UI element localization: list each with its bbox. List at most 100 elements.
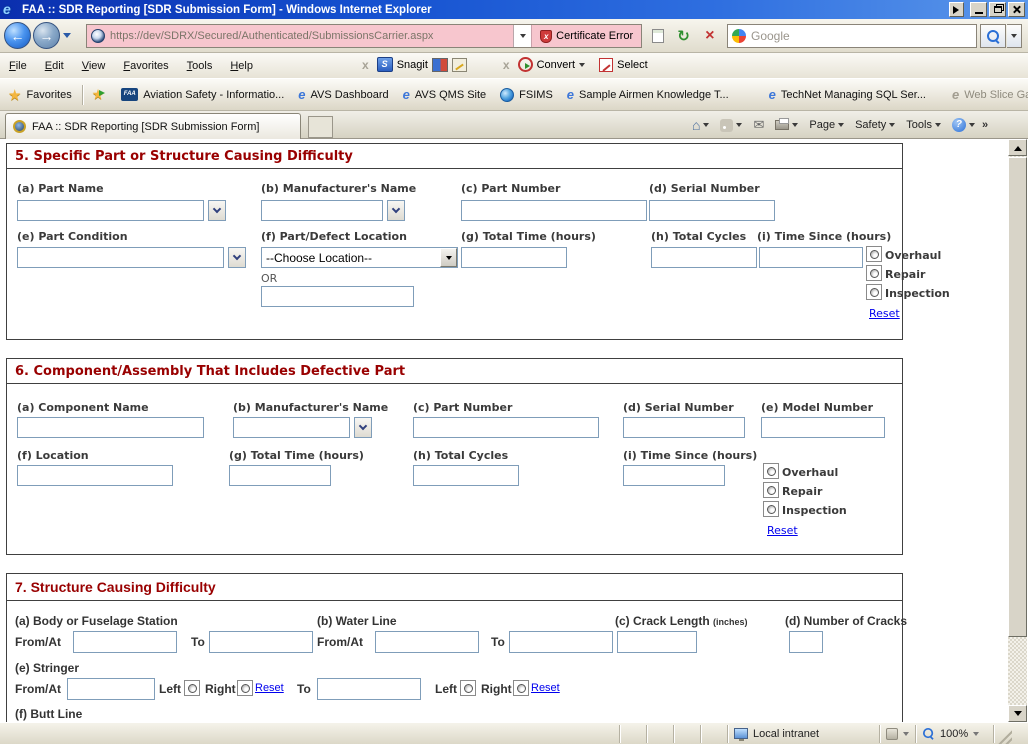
part-condition-dropdown-button[interactable]: [228, 247, 246, 268]
favorites-link-avs-qms[interactable]: AVS QMS Site: [396, 84, 494, 105]
new-tab-button[interactable]: [308, 116, 333, 138]
manufacturer-dropdown-button[interactable]: [354, 417, 372, 438]
stringer-from-input[interactable]: [67, 678, 155, 700]
favorites-link-fsims[interactable]: FSIMS: [493, 85, 560, 105]
model-number-input[interactable]: [761, 417, 885, 438]
minimize-button[interactable]: [970, 2, 987, 17]
repair-radio[interactable]: [763, 482, 779, 498]
add-favorite-button[interactable]: [92, 86, 105, 103]
convert-button[interactable]: Convert: [537, 59, 576, 71]
number-of-cracks-input[interactable]: [789, 631, 823, 653]
overhaul-radio[interactable]: [763, 463, 779, 479]
stop-button[interactable]: [697, 24, 722, 48]
page-menu-button[interactable]: Page: [805, 116, 848, 134]
location-select[interactable]: --Choose Location--: [261, 247, 458, 268]
stringer-to-input[interactable]: [317, 678, 421, 700]
part-number-input[interactable]: [413, 417, 599, 438]
serial-number-input[interactable]: [649, 200, 775, 221]
menu-file[interactable]: File: [0, 56, 36, 76]
certificate-error-button[interactable]: Certificate Error: [531, 25, 641, 47]
help-menu-button[interactable]: [948, 115, 979, 135]
print-button[interactable]: [771, 117, 802, 133]
total-time-input[interactable]: [229, 465, 331, 486]
menu-favorites[interactable]: Favorites: [114, 56, 177, 76]
close-snagit-toolbar-button[interactable]: x: [358, 58, 373, 72]
time-since-input[interactable]: [623, 465, 725, 486]
component-name-input[interactable]: [17, 417, 204, 438]
vertical-scrollbar[interactable]: [1008, 139, 1027, 722]
search-options-button[interactable]: [1007, 24, 1022, 48]
inspection-radio[interactable]: [866, 284, 882, 300]
back-button[interactable]: [4, 22, 31, 49]
total-cycles-input[interactable]: [651, 247, 757, 268]
zoom-control[interactable]: 100%: [916, 725, 994, 743]
location-other-input[interactable]: [261, 286, 414, 307]
favorites-link-avs-dashboard[interactable]: AVS Dashboard: [291, 84, 395, 105]
stringer-from-right-radio[interactable]: [237, 680, 253, 696]
time-since-input[interactable]: [759, 247, 863, 268]
reset-link[interactable]: Reset: [531, 682, 560, 694]
address-field[interactable]: [87, 25, 531, 47]
safety-menu-button[interactable]: Safety: [851, 116, 899, 134]
repair-radio[interactable]: [866, 265, 882, 281]
tools-menu-button[interactable]: Tools: [902, 116, 945, 134]
read-mail-button[interactable]: [749, 114, 768, 136]
snagit-edit-icon[interactable]: [452, 58, 467, 72]
manufacturer-name-input[interactable]: [233, 417, 350, 438]
address-dropdown-button[interactable]: [513, 25, 531, 47]
close-adobe-toolbar-button[interactable]: x: [499, 58, 514, 72]
reset-link[interactable]: Reset: [869, 307, 900, 320]
manufacturer-dropdown-button[interactable]: [387, 200, 405, 221]
part-name-input[interactable]: [17, 200, 204, 221]
restore-button[interactable]: [989, 2, 1006, 17]
overhaul-radio[interactable]: [866, 246, 882, 262]
toolbar-overflow-button[interactable]: [949, 2, 964, 17]
tab-sdr-reporting[interactable]: FAA :: SDR Reporting [SDR Submission For…: [5, 113, 301, 139]
serial-number-input[interactable]: [623, 417, 745, 438]
part-name-dropdown-button[interactable]: [208, 200, 226, 221]
forward-button[interactable]: [33, 22, 60, 49]
url-input[interactable]: [110, 30, 513, 42]
part-condition-input[interactable]: [17, 247, 224, 268]
part-number-input[interactable]: [461, 200, 647, 221]
scroll-down-button[interactable]: [1008, 705, 1027, 722]
crack-length-input[interactable]: [617, 631, 697, 653]
waterline-from-input[interactable]: [375, 631, 479, 653]
fuselage-from-input[interactable]: [73, 631, 177, 653]
total-time-input[interactable]: [461, 247, 567, 268]
resize-grip[interactable]: [996, 728, 1012, 744]
reset-link[interactable]: Reset: [255, 682, 284, 694]
snagit-profile-icon[interactable]: [432, 58, 448, 72]
menu-view[interactable]: View: [73, 56, 115, 76]
favorites-link-web-slice-gallery[interactable]: Web Slice Gallery: [945, 84, 1028, 105]
scroll-up-button[interactable]: [1008, 139, 1027, 156]
total-cycles-input[interactable]: [413, 465, 519, 486]
protected-mode-panel[interactable]: [880, 725, 916, 743]
refresh-button[interactable]: [671, 24, 696, 48]
feeds-button[interactable]: [716, 116, 746, 135]
recent-pages-dropdown-icon[interactable]: [63, 33, 71, 42]
stringer-from-left-radio[interactable]: [184, 680, 200, 696]
inspection-radio[interactable]: [763, 501, 779, 517]
search-input[interactable]: [751, 29, 976, 43]
favorites-link-technet[interactable]: TechNet Managing SQL Ser...: [762, 84, 933, 105]
search-button[interactable]: [980, 24, 1006, 48]
select-arrow-button[interactable]: [440, 248, 457, 267]
chevron-down-icon[interactable]: [579, 63, 585, 70]
stringer-to-right-radio[interactable]: [513, 680, 529, 696]
command-bar-overflow-button[interactable]: »: [982, 119, 988, 131]
reset-link[interactable]: Reset: [767, 524, 798, 537]
waterline-to-input[interactable]: [509, 631, 613, 653]
favorites-button[interactable]: Favorites: [26, 89, 71, 101]
fuselage-to-input[interactable]: [209, 631, 313, 653]
scrollbar-thumb[interactable]: [1008, 157, 1027, 637]
favorites-link-sample-airmen[interactable]: Sample Airmen Knowledge T...: [560, 84, 736, 105]
stringer-to-left-radio[interactable]: [460, 680, 476, 696]
menu-tools[interactable]: Tools: [178, 56, 222, 76]
menu-help[interactable]: Help: [221, 56, 262, 76]
select-button[interactable]: Select: [617, 59, 648, 71]
close-button[interactable]: [1008, 2, 1025, 17]
menu-edit[interactable]: Edit: [36, 56, 73, 76]
home-button[interactable]: [688, 114, 713, 136]
snagit-button[interactable]: Snagit: [397, 59, 428, 71]
